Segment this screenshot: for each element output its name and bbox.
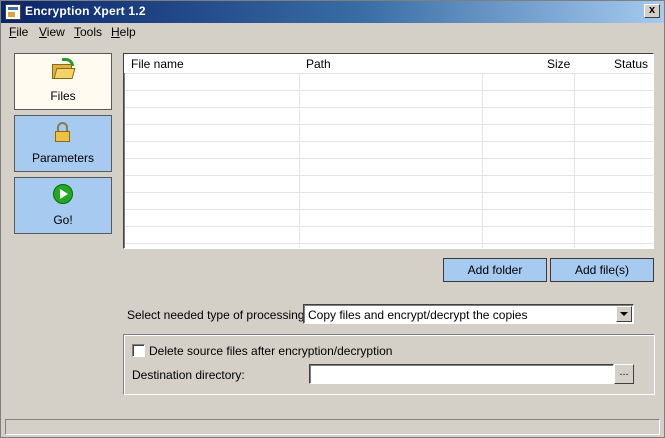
status-bar — [5, 419, 660, 435]
delete-source-label[interactable]: Delete source files after encryption/dec… — [149, 344, 392, 358]
lock-icon — [52, 122, 74, 142]
nav-files-button[interactable]: Files — [14, 53, 112, 110]
column-header-status[interactable]: Status — [614, 57, 648, 71]
add-folder-button[interactable]: Add folder — [443, 258, 547, 282]
delete-source-checkbox[interactable] — [132, 344, 145, 357]
grid-line — [125, 158, 653, 159]
grid-line — [125, 226, 653, 227]
processing-type-label: Select needed type of processing : — [127, 308, 312, 322]
grid-line — [482, 73, 483, 248]
grid-line — [125, 124, 653, 125]
grid-line — [574, 73, 575, 248]
app-icon — [5, 4, 21, 20]
close-button[interactable]: x — [644, 4, 660, 18]
menu-help[interactable]: Help — [111, 25, 136, 39]
grid-line — [125, 73, 653, 74]
nav-go-button[interactable]: Go! — [14, 177, 112, 234]
nav-files-label: Files — [50, 89, 76, 103]
grid-line — [299, 73, 300, 248]
menu-file[interactable]: File — [9, 25, 28, 39]
menu-tools[interactable]: Tools — [74, 25, 102, 39]
title-bar[interactable]: Encryption Xpert 1.2 x — [1, 1, 664, 23]
chevron-down-icon[interactable] — [616, 306, 632, 322]
nav-parameters-button[interactable]: Parameters — [14, 115, 112, 172]
folder-refresh-icon — [52, 58, 76, 80]
file-list-header: File name Path Size Status — [124, 54, 653, 73]
play-icon — [52, 184, 74, 204]
grid-line — [125, 107, 653, 108]
add-files-button[interactable]: Add file(s) — [550, 258, 654, 282]
menu-view[interactable]: View — [39, 25, 65, 39]
column-header-size[interactable]: Size — [547, 57, 570, 71]
grid-line — [125, 192, 653, 193]
window-title: Encryption Xpert 1.2 — [25, 4, 146, 18]
app-window: Encryption Xpert 1.2 x File View Tools H… — [0, 0, 665, 438]
file-list-table[interactable]: File name Path Size Status — [123, 53, 654, 249]
column-header-path[interactable]: Path — [306, 57, 331, 71]
grid-line — [125, 175, 653, 176]
processing-type-select[interactable]: Copy files and encrypt/decrypt the copie… — [303, 304, 634, 324]
grid-line — [125, 209, 653, 210]
menu-bar: File View Tools Help — [1, 23, 664, 41]
nav-parameters-label: Parameters — [31, 151, 95, 165]
browse-button[interactable]: ... — [614, 364, 634, 384]
grid-line — [125, 141, 653, 142]
nav-go-label: Go! — [53, 213, 73, 227]
grid-line — [125, 90, 653, 91]
destination-directory-input[interactable] — [309, 364, 614, 384]
processing-type-value: Copy files and encrypt/decrypt the copie… — [308, 308, 528, 322]
column-header-file-name[interactable]: File name — [131, 57, 184, 71]
destination-directory-label: Destination directory: — [132, 368, 245, 382]
grid-line — [125, 243, 653, 244]
